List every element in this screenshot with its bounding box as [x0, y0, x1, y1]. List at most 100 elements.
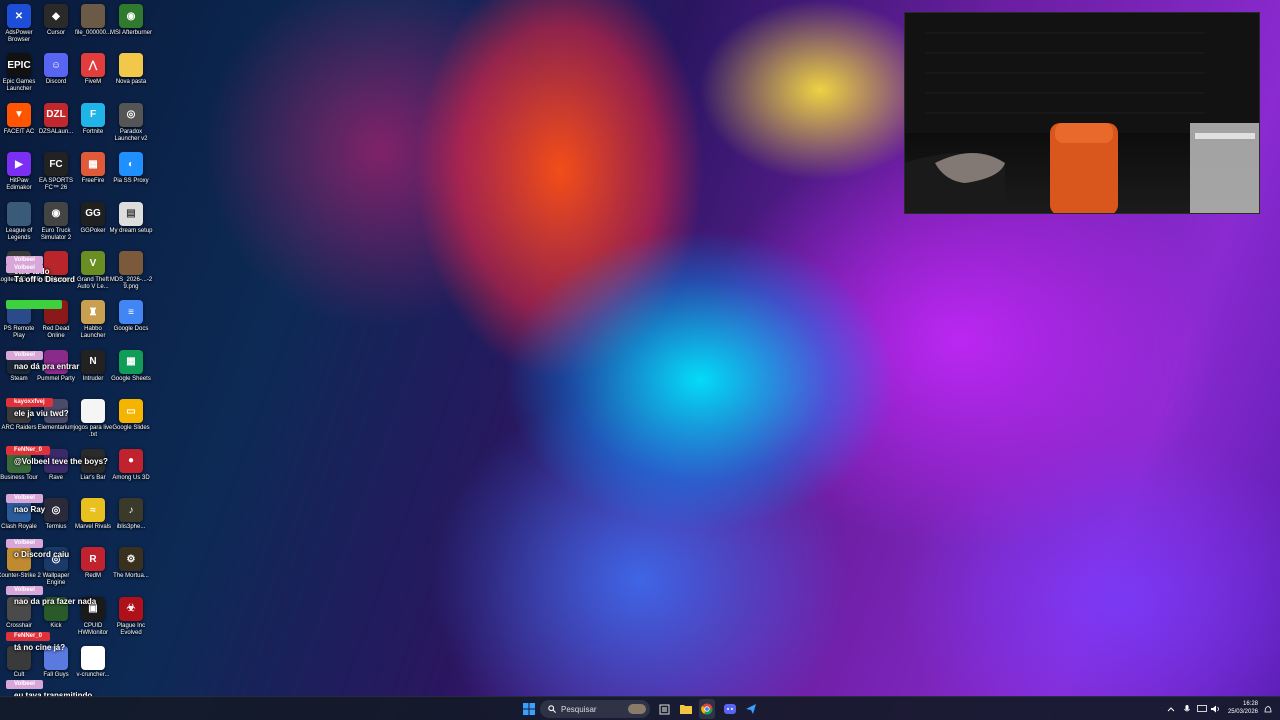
desktop-icon[interactable]: F Fortnite	[74, 102, 112, 136]
desktop-icon[interactable]: ⋀ FiveM	[74, 53, 112, 86]
taskbar-chrome[interactable]	[699, 699, 715, 719]
desktop-icon[interactable]: League of Legends	[0, 201, 38, 242]
desktop-icon[interactable]: Nova pasta	[112, 53, 150, 86]
taskbar-app[interactable]	[743, 699, 759, 719]
app-icon: ●	[119, 448, 143, 473]
chat-text: Tá off o Discord	[14, 275, 75, 284]
desktop-icon[interactable]: ◐ Pia SS Proxy	[112, 152, 150, 185]
chat-message: Volbeel nao dá pra entrar	[6, 343, 79, 373]
desktop-icon[interactable]: ◉ Euro Truck Simulator 2	[37, 201, 75, 242]
webcam-scene	[905, 13, 1259, 213]
desktop-icon-label: Plague Inc Evolved	[116, 622, 146, 636]
notifications-button[interactable]	[1262, 699, 1274, 719]
desktop-icon-label: Nova pasta	[115, 79, 147, 86]
desktop-icon[interactable]: FC EA SPORTS FC™ 26	[37, 152, 75, 192]
app-icon: ☣	[119, 596, 143, 621]
desktop-icon[interactable]: ☣ Plague Inc Evolved	[112, 596, 150, 637]
desktop-icon[interactable]: ♪ iblis3phe...	[112, 498, 150, 531]
taskbar-file-explorer[interactable]	[678, 699, 694, 719]
app-icon: ◎	[119, 102, 143, 127]
desktop-icon[interactable]: ☺ Discord	[37, 53, 75, 86]
app-icon	[7, 201, 31, 226]
taskbar-search-input[interactable]: Pesquisar	[540, 700, 650, 718]
chat-username: Volbeel	[6, 680, 43, 689]
app-icon: ◐	[119, 152, 143, 177]
app-icon: ▦	[119, 349, 143, 374]
desktop-icon[interactable]: ≈ Marvel Rivals	[74, 498, 112, 531]
app-icon: ♪	[119, 498, 143, 522]
chat-username: Volbeel	[6, 586, 43, 595]
bell-icon	[1264, 705, 1272, 712]
desktop-icon-label: Google Docs	[113, 326, 149, 333]
tray-clock[interactable]: 16:28 25/03/2026	[1228, 700, 1258, 716]
desktop-icon[interactable]: ✕ AdsPower Browser	[0, 4, 38, 44]
desktop-icon[interactable]: jogos para live .txt	[74, 399, 112, 439]
desktop-icon[interactable]: ▦ Google Sheets	[111, 349, 151, 383]
desktop-icon[interactable]: file_000000...	[74, 4, 112, 37]
desktop-icon[interactable]: ⚙ The Mortua...	[112, 547, 150, 580]
tray-volume[interactable]	[1210, 699, 1222, 719]
chat-username: kayoxxfvej	[6, 398, 53, 407]
desktop-icon[interactable]: DZL DZSALaun...	[37, 102, 75, 136]
desktop-icon-label: The Mortua...	[113, 573, 149, 580]
taskbar: Pesquisar 16:28 25/03/2026	[0, 696, 1280, 720]
desktop-icon[interactable]: ≡ Google Docs	[112, 300, 150, 333]
chat-text: tá no cine já?	[14, 643, 66, 652]
app-icon	[119, 251, 143, 275]
desktop-icon[interactable]: ◎ Paradox Launcher v2	[112, 102, 150, 143]
desktop-icon[interactable]: ▼ FACEIT AC	[0, 102, 38, 136]
app-icon: ▶	[7, 152, 31, 177]
app-icon: ⚙	[119, 547, 143, 572]
desktop-icon[interactable]: ▦ FreeFire	[74, 152, 112, 185]
speaker-icon	[1211, 705, 1219, 713]
desktop-icon[interactable]: N Intruder	[74, 349, 112, 383]
desktop-icon[interactable]: MDS_2026-...-29.png	[109, 251, 153, 291]
chat-message: FeNNer_0 @Volbeel teve the boys?	[6, 438, 108, 468]
app-icon: ◎	[44, 498, 68, 522]
app-icon: ⋀	[81, 53, 105, 78]
desktop-icon[interactable]: ♜ Habbo Launcher	[74, 300, 112, 340]
desktop-icon-label: MDS_2026-...-29.png	[109, 277, 153, 290]
tray-mic[interactable]	[1182, 699, 1192, 719]
taskbar-discord[interactable]	[722, 699, 738, 719]
chat-text: nao da pra fazer nada	[14, 597, 97, 606]
tray-overflow-button[interactable]	[1166, 699, 1176, 719]
desktop-icon[interactable]: R RedM	[74, 547, 112, 580]
search-placeholder: Pesquisar	[561, 704, 597, 714]
desktop-icon[interactable]: V Grand Theft Auto V Le...	[74, 251, 112, 291]
app-icon	[81, 399, 105, 424]
desktop-icon[interactable]: ◉ MSI Afterburner	[109, 4, 153, 37]
send-icon	[746, 704, 756, 714]
app-icon: ◉	[119, 4, 143, 28]
app-icon: V	[81, 251, 105, 275]
desktop-icon[interactable]: ▤ My dream setup	[109, 201, 153, 235]
app-icon	[81, 4, 105, 28]
windows-start-button[interactable]	[520, 699, 538, 719]
desktop-icon-label: iblis3phe...	[116, 524, 146, 530]
app-icon: ◉	[44, 201, 68, 226]
chat-username: FeNNer_0	[6, 446, 51, 455]
app-icon: ▦	[81, 152, 105, 177]
chat-message	[6, 296, 62, 314]
chat-username: FeNNer_0	[6, 632, 51, 641]
desktop-icon[interactable]: ● Among Us 3D	[112, 448, 150, 482]
tray-network[interactable]	[1196, 699, 1208, 719]
chrome-icon	[701, 703, 713, 715]
app-icon: ◆	[44, 4, 68, 28]
desktop-icon-label: My dream setup	[109, 227, 153, 234]
desktop-icon[interactable]: ◆ Cursor	[37, 4, 75, 37]
app-icon: R	[81, 547, 105, 572]
clock-time: 16:28	[1242, 701, 1258, 707]
chat-text: nao dá pra entrar	[14, 362, 80, 371]
desktop-icon[interactable]: ▶ HitPaw Edimakor	[0, 152, 38, 192]
task-view-button[interactable]	[656, 699, 672, 719]
desktop-icon[interactable]: ▭ Google Slides	[112, 399, 150, 432]
search-highlight-image	[628, 704, 646, 714]
app-icon: ▭	[119, 399, 143, 424]
desktop-icon[interactable]: EPIC Epic Games Launcher	[0, 53, 38, 93]
desktop-icon-label: MSI Afterburner	[109, 30, 153, 36]
app-icon: FC	[44, 152, 68, 177]
app-icon: F	[81, 102, 105, 127]
desktop-icon[interactable]: GG GGPoker	[74, 201, 112, 235]
search-icon	[548, 705, 556, 713]
